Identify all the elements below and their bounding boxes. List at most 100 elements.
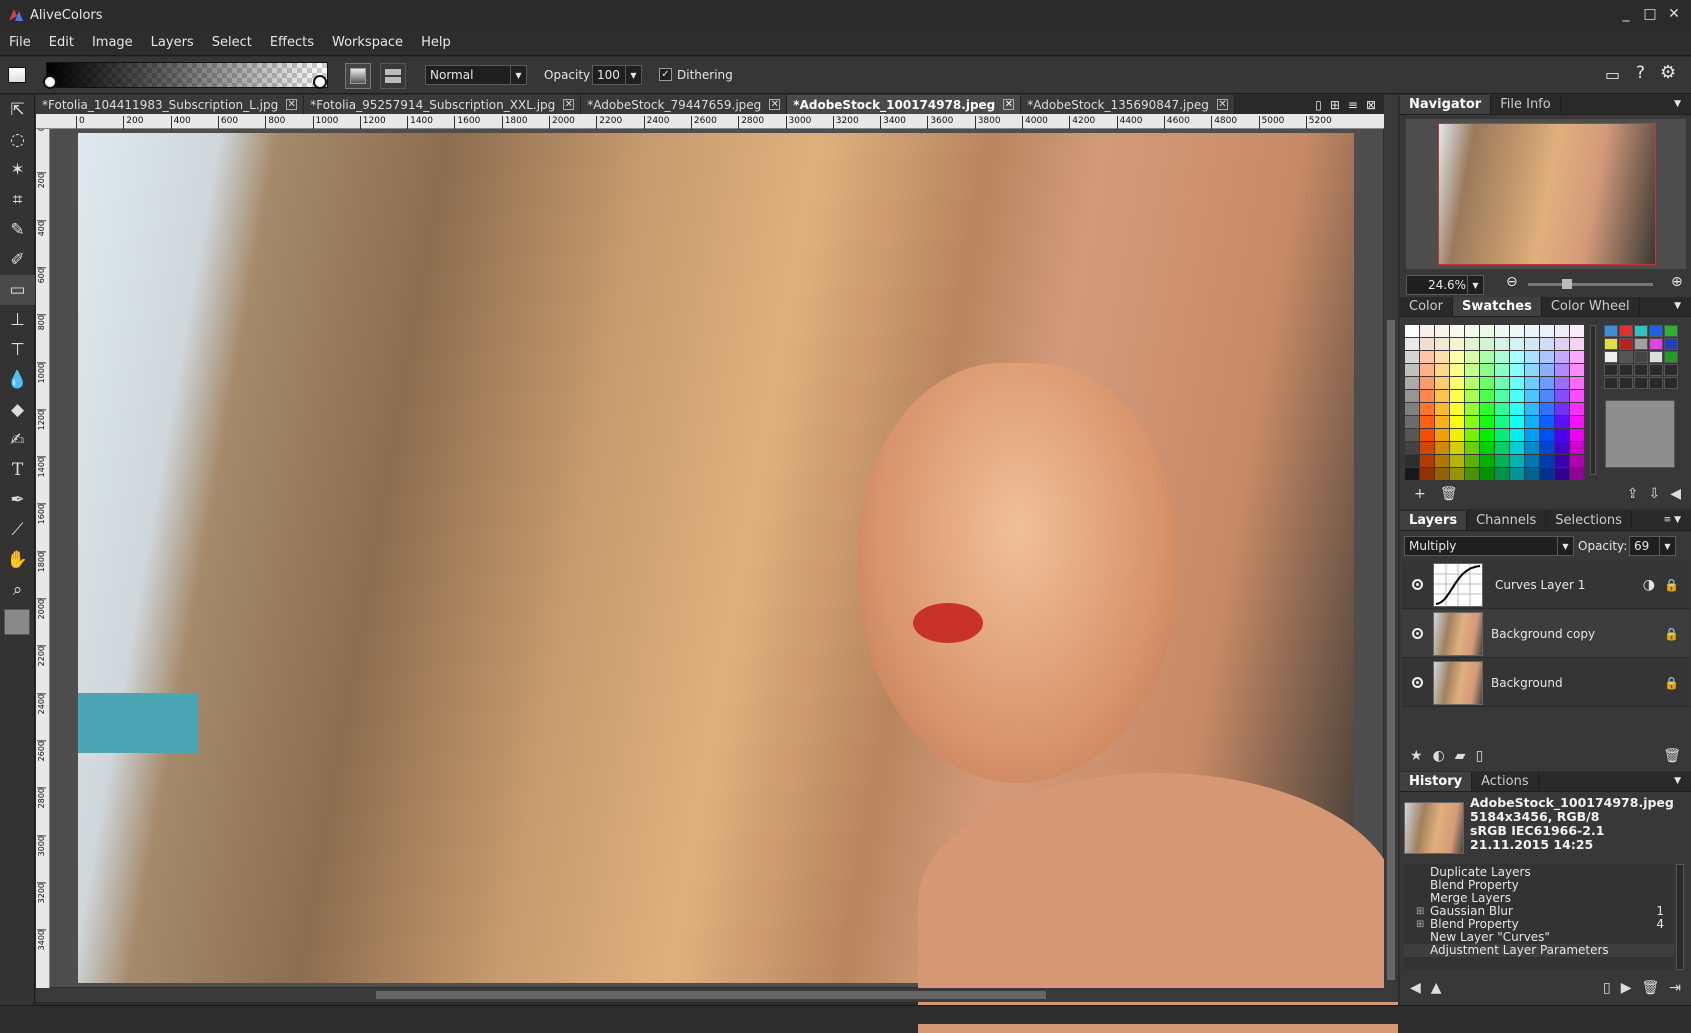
zoom-in-icon[interactable]: ⊕ xyxy=(1671,274,1683,290)
zoom-icon[interactable]: ⌕ xyxy=(0,575,35,605)
pen-icon[interactable]: ✒ xyxy=(0,485,35,515)
swatch[interactable] xyxy=(1540,351,1554,363)
recent-swatch[interactable] xyxy=(1619,364,1633,376)
close-all-icon[interactable]: ⊠ xyxy=(1366,98,1376,112)
swatch[interactable] xyxy=(1450,377,1464,389)
swatch[interactable] xyxy=(1450,325,1464,337)
radial-gradient-button[interactable] xyxy=(380,63,406,89)
recent-colors[interactable] xyxy=(1604,325,1678,389)
swatch[interactable] xyxy=(1465,429,1479,441)
swatch[interactable] xyxy=(1570,338,1584,350)
swatch[interactable] xyxy=(1510,416,1524,428)
swatch[interactable] xyxy=(1480,455,1494,467)
swatch[interactable] xyxy=(1420,325,1434,337)
recent-swatch[interactable] xyxy=(1604,351,1618,363)
menu-file[interactable]: File xyxy=(0,35,40,50)
swatch[interactable] xyxy=(1555,390,1569,402)
swatch[interactable] xyxy=(1450,338,1464,350)
swatch[interactable] xyxy=(1510,455,1524,467)
recent-swatch[interactable] xyxy=(1634,338,1648,350)
gear-icon[interactable]: ⚙ xyxy=(1660,62,1676,83)
swatch[interactable] xyxy=(1435,403,1449,415)
folder-icon[interactable]: ▰ xyxy=(1455,748,1466,764)
recent-swatch[interactable] xyxy=(1649,364,1663,376)
recent-swatch[interactable] xyxy=(1619,338,1633,350)
smudge-icon[interactable]: ✍ xyxy=(0,425,35,455)
swatch[interactable] xyxy=(1465,351,1479,363)
text-icon[interactable]: T xyxy=(0,455,35,485)
canvas-area[interactable] xyxy=(50,129,1398,1033)
swatch[interactable] xyxy=(1525,416,1539,428)
swatch[interactable] xyxy=(1540,416,1554,428)
delete-history-icon[interactable]: 🗑 xyxy=(1641,980,1659,996)
panel-menu-icon[interactable]: ≡ ▼ xyxy=(1664,515,1681,525)
swatch[interactable] xyxy=(1495,377,1509,389)
swatch[interactable] xyxy=(1510,403,1524,415)
swatch[interactable] xyxy=(1510,442,1524,454)
swatch[interactable] xyxy=(1450,455,1464,467)
swatch[interactable] xyxy=(1540,364,1554,376)
swatch[interactable] xyxy=(1420,442,1434,454)
swatch[interactable] xyxy=(1540,468,1554,480)
recent-swatch[interactable] xyxy=(1604,338,1618,350)
close-icon[interactable]: ✕ xyxy=(1003,99,1015,110)
eye-icon[interactable] xyxy=(1412,677,1423,688)
swatch[interactable] xyxy=(1435,468,1449,480)
recent-swatch[interactable] xyxy=(1664,377,1678,389)
swatch[interactable] xyxy=(1480,377,1494,389)
opacity-input[interactable]: 100 ▼ xyxy=(592,65,642,85)
swatch[interactable] xyxy=(1570,377,1584,389)
recent-swatch[interactable] xyxy=(1634,325,1648,337)
tab-adobestock-79447659[interactable]: *AdobeStock_79447659.jpeg ✕ xyxy=(581,95,788,114)
swatch[interactable] xyxy=(1540,429,1554,441)
swatch[interactable] xyxy=(1405,338,1419,350)
gradient-preview[interactable] xyxy=(46,62,328,88)
gradient-tool-icon[interactable] xyxy=(8,67,26,83)
swatch[interactable] xyxy=(1495,403,1509,415)
swatch[interactable] xyxy=(1525,325,1539,337)
swatch[interactable] xyxy=(1465,468,1479,480)
drop-icon[interactable]: 💧 xyxy=(0,365,35,395)
swatch[interactable] xyxy=(1450,468,1464,480)
swatch[interactable] xyxy=(1420,468,1434,480)
swatch[interactable] xyxy=(1525,364,1539,376)
tab-adobestock-100174978[interactable]: *AdobeStock_100174978.jpeg ✕ xyxy=(787,95,1022,114)
menu-workspace[interactable]: Workspace xyxy=(323,35,412,50)
swatch[interactable] xyxy=(1525,429,1539,441)
swatch[interactable] xyxy=(1525,455,1539,467)
swatch[interactable] xyxy=(1570,455,1584,467)
recent-swatch[interactable] xyxy=(1649,338,1663,350)
zoom-out-icon[interactable]: ⊖ xyxy=(1506,274,1518,290)
swatch[interactable] xyxy=(1435,416,1449,428)
swatch[interactable] xyxy=(1525,403,1539,415)
tab-actions[interactable]: Actions xyxy=(1472,772,1539,791)
expand-icon[interactable]: ⊞ xyxy=(1416,905,1424,918)
swatch[interactable] xyxy=(1405,325,1419,337)
clone-brush-icon[interactable]: ✐ xyxy=(0,245,35,275)
recent-swatch[interactable] xyxy=(1664,325,1678,337)
recent-swatch[interactable] xyxy=(1664,338,1678,350)
swatch-scrollbar[interactable] xyxy=(1590,325,1596,475)
brush-icon[interactable]: ✎ xyxy=(0,215,35,245)
layer-row-background[interactable]: Background 🔒 xyxy=(1402,659,1689,707)
swatch[interactable] xyxy=(1450,364,1464,376)
close-icon[interactable]: ✕ xyxy=(563,99,575,110)
new-layer-icon[interactable]: ▯ xyxy=(1476,748,1484,764)
swatch[interactable] xyxy=(1480,338,1494,350)
expand-icon[interactable]: ⊞ xyxy=(1416,918,1424,931)
stamp-icon[interactable]: ⊥ xyxy=(0,305,35,335)
delete-swatch-icon[interactable]: 🗑 xyxy=(1440,486,1458,502)
swatch[interactable] xyxy=(1480,351,1494,363)
swatch[interactable] xyxy=(1450,403,1464,415)
navigator-viewport[interactable] xyxy=(1438,123,1656,265)
upload-icon[interactable]: ⇪ xyxy=(1627,486,1639,502)
recent-swatch[interactable] xyxy=(1619,325,1633,337)
swatch[interactable] xyxy=(1435,338,1449,350)
swatch[interactable] xyxy=(1570,325,1584,337)
swatch[interactable] xyxy=(1510,377,1524,389)
swatch[interactable] xyxy=(1405,403,1419,415)
eye-icon[interactable] xyxy=(1412,628,1423,639)
swatch[interactable] xyxy=(1435,377,1449,389)
swatch[interactable] xyxy=(1525,338,1539,350)
swatch[interactable] xyxy=(1450,390,1464,402)
